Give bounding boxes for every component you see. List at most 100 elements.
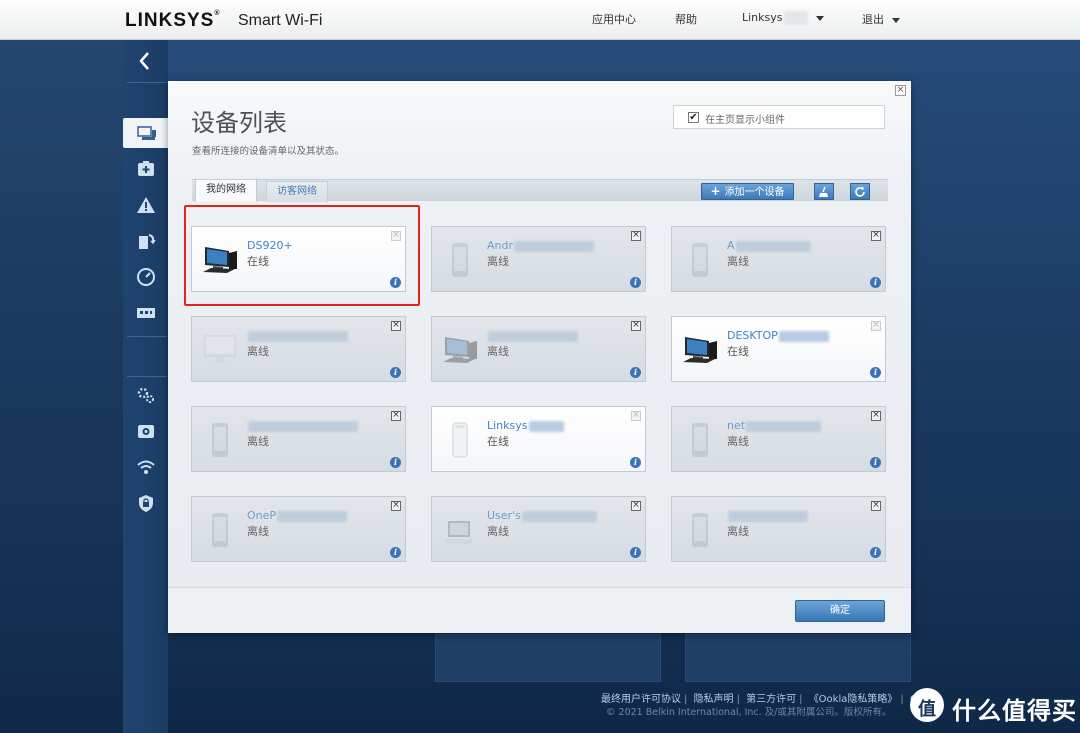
connectivity-icon[interactable] — [123, 380, 168, 410]
page-subtitle: 查看所连接的设备清单以及其状态。 — [192, 146, 345, 157]
router-device-icon — [452, 422, 468, 458]
logout-menu[interactable]: 退出 — [862, 11, 900, 27]
remove-device-icon[interactable]: × — [391, 501, 401, 511]
device-card[interactable]: DESKTOP 在线 × i — [671, 316, 886, 382]
device-name: Andr — [487, 239, 595, 252]
device-card[interactable]: 离线 × i — [431, 316, 646, 382]
device-card[interactable]: 离线 × i — [191, 316, 406, 382]
info-icon[interactable]: i — [390, 547, 401, 558]
divider — [127, 336, 167, 337]
device-card[interactable]: OneP 离线 × i — [191, 496, 406, 562]
info-icon[interactable]: i — [870, 277, 881, 288]
remove-device-icon[interactable]: × — [871, 321, 881, 331]
redacted-text — [488, 330, 578, 342]
external-storage-icon[interactable] — [123, 226, 168, 256]
device-card[interactable]: User's 离线 × i — [431, 496, 646, 562]
device-name: User's — [487, 509, 597, 522]
device-card[interactable]: Andr 离线 × i — [431, 226, 646, 292]
device-status: 离线 — [487, 345, 509, 358]
background-panel — [435, 634, 661, 682]
info-icon[interactable]: i — [630, 367, 641, 378]
remove-device-icon[interactable]: × — [631, 501, 641, 511]
redacted-text — [248, 420, 358, 432]
device-status: 离线 — [247, 345, 269, 358]
wireless-icon[interactable] — [123, 452, 168, 482]
show-widget-option: ✔ 在主页显示小组件 — [673, 105, 885, 129]
info-icon[interactable]: i — [630, 547, 641, 558]
network-map-icon[interactable] — [123, 298, 168, 328]
remove-device-icon[interactable]: × — [871, 411, 881, 421]
account-name: Linksys — [742, 11, 783, 24]
help-link[interactable]: 帮助 — [675, 11, 697, 27]
remove-device-icon[interactable]: × — [391, 411, 401, 421]
background-left — [0, 40, 123, 733]
info-icon[interactable]: i — [870, 547, 881, 558]
show-widget-checkbox[interactable]: ✔ — [688, 112, 699, 123]
background-panel — [685, 634, 911, 682]
parental-controls-icon[interactable] — [123, 154, 168, 184]
info-icon[interactable]: i — [870, 367, 881, 378]
tab-my-network[interactable]: 我的网络 — [195, 179, 257, 202]
copyright-text: © 2021 Belkin International, Inc. 及/或其附属… — [606, 707, 892, 718]
phone-device-icon — [212, 513, 228, 547]
top-bar: LINKSYS® Smart Wi-Fi 应用中心 帮助 Linksys 退出 — [0, 0, 1080, 40]
device-name: DESKTOP — [727, 329, 829, 342]
device-card[interactable]: Linksys 在线 × i — [431, 406, 646, 472]
device-card[interactable]: 离线 × i — [671, 496, 886, 562]
remove-device-icon[interactable]: × — [871, 231, 881, 241]
chevron-down-icon — [815, 15, 824, 21]
add-device-button[interactable]: + 添加一个设备 — [701, 183, 794, 200]
device-card[interactable]: 离线 × i — [191, 406, 406, 472]
redacted-text — [521, 510, 597, 522]
info-icon[interactable]: i — [390, 457, 401, 468]
phone-device-icon — [692, 423, 708, 457]
redacted-text — [248, 330, 348, 342]
highlight-annotation — [184, 205, 420, 306]
account-menu[interactable]: Linksys — [742, 11, 824, 25]
remove-device-icon[interactable]: × — [391, 321, 401, 331]
device-name — [247, 419, 358, 432]
refresh-button[interactable] — [850, 183, 870, 200]
device-name: net — [727, 419, 822, 432]
ok-button[interactable]: 确定 — [795, 600, 885, 622]
refresh-icon — [855, 186, 865, 197]
broom-icon — [819, 186, 828, 197]
priority-icon[interactable] — [123, 190, 168, 220]
phone-device-icon — [212, 423, 228, 457]
tab-guest-network[interactable]: 访客网络 — [266, 181, 328, 202]
troubleshooting-icon[interactable] — [123, 416, 168, 446]
redacted-text — [735, 240, 811, 252]
info-icon[interactable]: i — [630, 277, 641, 288]
remove-device-icon[interactable]: × — [631, 231, 641, 241]
app-center-link[interactable]: 应用中心 — [592, 11, 636, 27]
info-icon[interactable]: i — [630, 457, 641, 468]
redacted-text — [746, 420, 822, 432]
device-status: 离线 — [727, 525, 749, 538]
speed-test-icon[interactable] — [123, 262, 168, 292]
clean-button[interactable] — [814, 183, 834, 200]
remove-device-icon[interactable]: × — [871, 501, 881, 511]
desktop-device-icon — [683, 337, 717, 363]
device-name: Linksys — [487, 419, 564, 432]
desktop-device-icon — [443, 337, 477, 363]
phone-device-icon — [692, 513, 708, 547]
dialog-footer: 确定 — [168, 587, 911, 633]
redacted-text — [778, 330, 829, 342]
watermark-logo: 值 — [910, 688, 944, 722]
security-icon[interactable] — [123, 488, 168, 518]
device-name — [727, 509, 808, 522]
show-widget-label: 在主页显示小组件 — [705, 115, 785, 126]
device-list-icon[interactable] — [123, 118, 171, 148]
remove-device-icon[interactable]: × — [631, 321, 641, 331]
device-card[interactable]: A 离线 × i — [671, 226, 886, 292]
device-card[interactable]: net 离线 × i — [671, 406, 886, 472]
back-arrow-icon[interactable] — [135, 50, 155, 72]
divider — [127, 82, 167, 83]
info-icon[interactable]: i — [390, 367, 401, 378]
close-icon[interactable]: × — [895, 85, 906, 96]
chevron-down-icon — [892, 17, 900, 23]
remove-device-icon[interactable]: × — [631, 411, 641, 421]
redacted-text — [783, 11, 808, 25]
info-icon[interactable]: i — [870, 457, 881, 468]
redacted-text — [277, 510, 348, 522]
